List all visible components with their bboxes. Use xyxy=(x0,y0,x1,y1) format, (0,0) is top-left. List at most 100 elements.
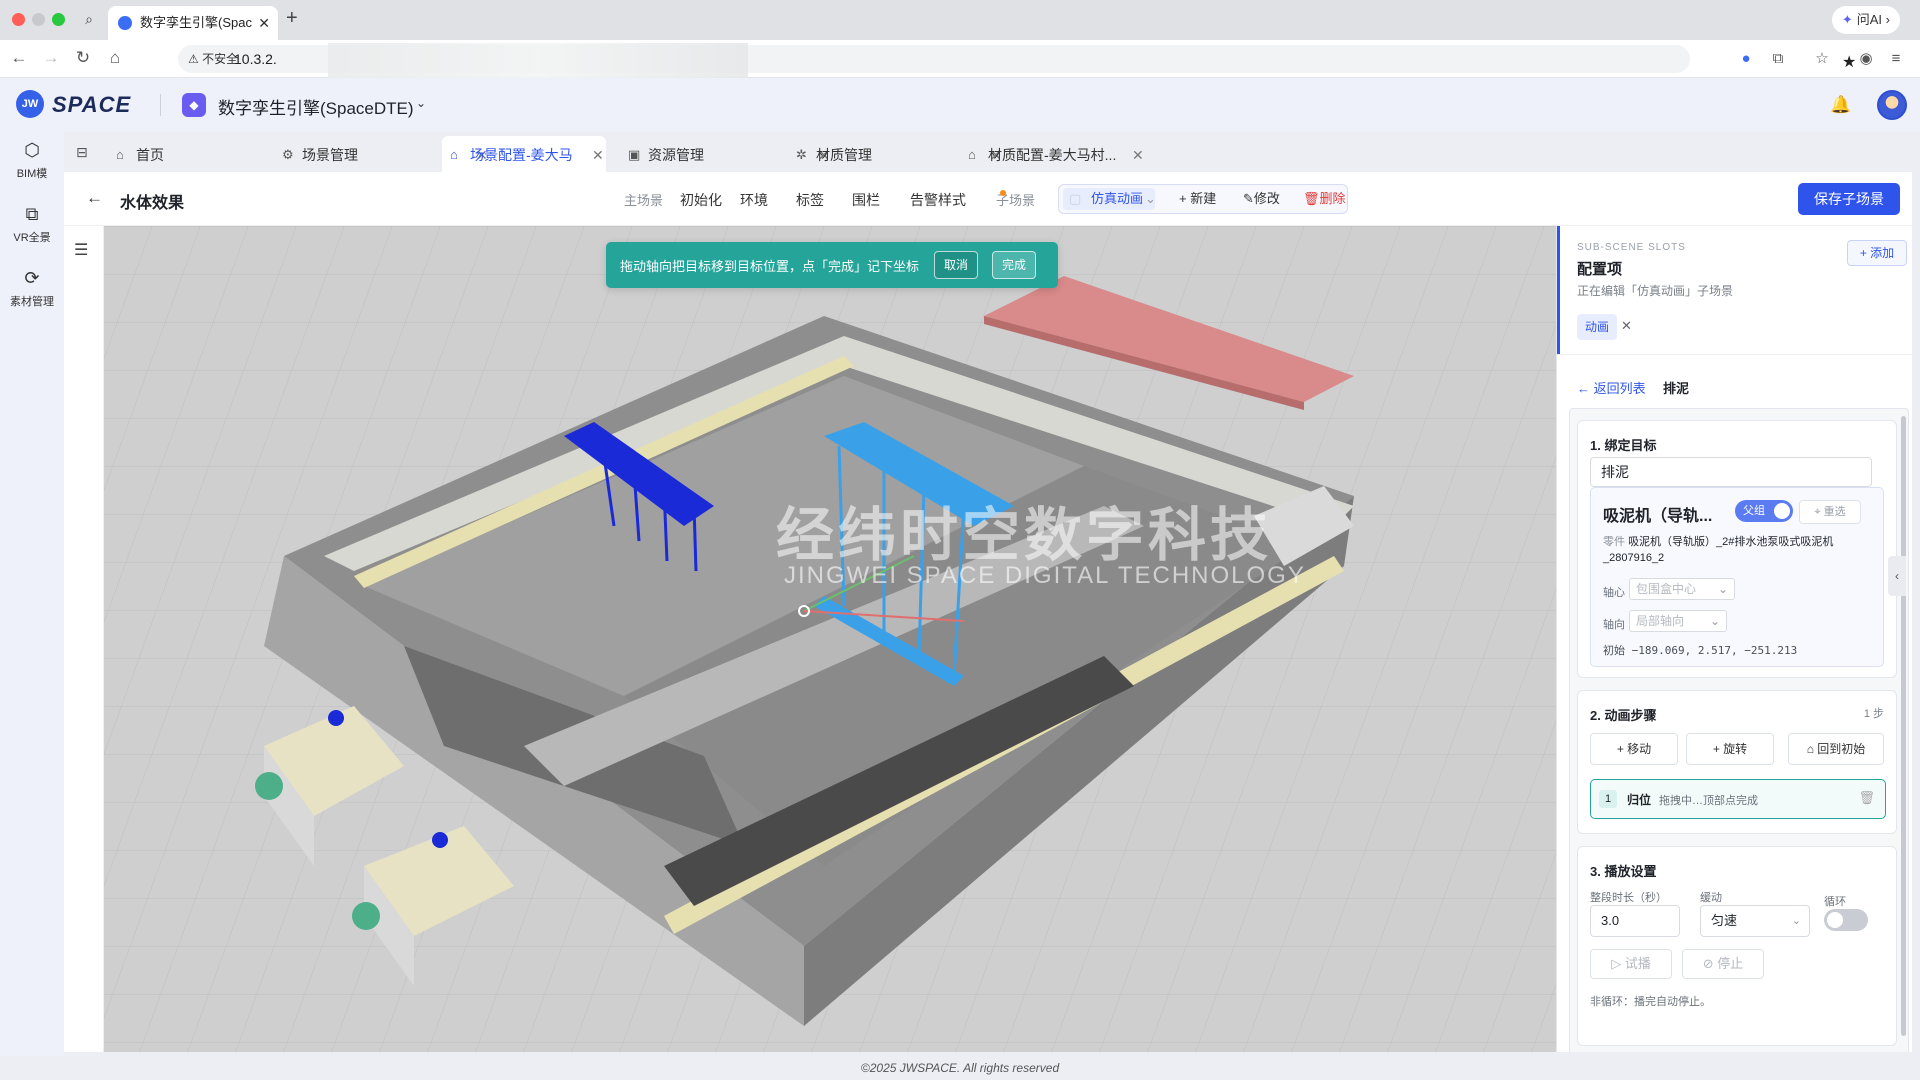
add-slot-button[interactable]: + 添加 xyxy=(1847,240,1907,266)
reset-label: 回到初始 xyxy=(1817,742,1866,756)
reload-icon[interactable]: ↻ xyxy=(72,48,94,68)
rail-item-label: VR全景 xyxy=(13,232,51,244)
bookmark-star-icon[interactable]: ★ xyxy=(1842,49,1856,77)
current-item-name: 排泥 xyxy=(1663,381,1690,396)
slot-tag-animation[interactable]: 动画 xyxy=(1577,314,1617,340)
home-icon[interactable]: ⌂ xyxy=(104,48,126,68)
back-arrow-icon[interactable]: ← xyxy=(86,188,103,208)
bind-target-card: 1. 绑定目标 排泥 吸泥机（导轨... 父组 ⌖ 重选 零件 吸泥机（导轨版）… xyxy=(1577,420,1897,678)
tab-material-config[interactable]: ⌂ 材质配置-姜大马村... ✕ xyxy=(964,140,1224,170)
new-tab-icon[interactable]: + xyxy=(286,7,298,30)
window-close-dot[interactable] xyxy=(12,13,25,26)
done-button[interactable]: 完成 xyxy=(992,251,1037,279)
rail-item-vr[interactable]: ⧉ VR全景 xyxy=(0,204,64,245)
delete-sub-scene-button[interactable]: 🗑 删除 xyxy=(1303,185,1346,213)
close-icon[interactable]: ✕ xyxy=(592,140,604,170)
close-tab-icon[interactable]: ✕ xyxy=(258,6,270,40)
reselect-label: 重选 xyxy=(1823,506,1846,518)
scrollbar[interactable] xyxy=(1901,416,1906,1036)
close-icon[interactable]: ✕ xyxy=(1132,140,1144,170)
tab-home[interactable]: ⌂ 首页 xyxy=(112,140,164,170)
drag-hint-bar: 拖动轴向把目标移到目标位置，点「完成」记下坐标 取消 完成 xyxy=(606,242,1058,288)
rail-item-materials[interactable]: ⟳ 素材管理 xyxy=(0,268,64,309)
stop-button[interactable]: ⊘ 停止 xyxy=(1682,949,1764,979)
home-icon: ⌂ xyxy=(968,147,976,162)
footer-copyright: ©2025 JWSPACE. All rights reserved xyxy=(860,1061,1060,1075)
preview-play-button[interactable]: ▷ 试播 xyxy=(1590,949,1672,979)
add-rotate-step-button[interactable]: + 旋转 xyxy=(1686,733,1774,765)
page-tabs: ⊟ ⌂ 首页 ⚙ 场景管理 ✕ ⌂ 场景配置-姜大马 ✕ ▣ 资源管理 ✕ ✲ … xyxy=(64,136,1920,172)
watermark-en: JINGWEI SPACE DIGITAL TECHNOLOGY xyxy=(784,562,1306,589)
tab-label: 首页 xyxy=(136,147,164,163)
target-name-field[interactable]: 排泥 xyxy=(1590,457,1872,487)
outline-toggle-icon[interactable]: ☰ xyxy=(74,240,88,260)
favorites-icon[interactable]: ☆ xyxy=(1812,49,1832,69)
chevron-down-icon[interactable]: ⌄ xyxy=(416,96,426,110)
url-field[interactable]: ⚠ 不安全 10.3.2. ★ xyxy=(178,43,1856,83)
product-switcher[interactable]: 数字孪生引擎(SpaceDTE) xyxy=(218,94,414,119)
loop-label: 循环 xyxy=(1824,896,1846,908)
playback-card: 3. 播放设置 整段时长（秒） 3.0 缓动 匀速 ⌄ 循环 ▷ 试播 ⊘ 停止 … xyxy=(1577,846,1897,1046)
easing-label: 缓动 xyxy=(1700,892,1722,904)
bell-icon[interactable]: 🔔 xyxy=(1830,95,1851,115)
url-redacted-area xyxy=(328,43,748,83)
duration-label: 整段时长（秒） xyxy=(1590,892,1667,904)
cancel-button[interactable]: 取消 xyxy=(934,251,979,279)
rail-item-bim[interactable]: ⬡ BIM模 xyxy=(0,140,64,181)
tab-init[interactable]: 初始化 xyxy=(680,190,722,210)
playback-title: 3. 播放设置 xyxy=(1590,864,1657,879)
window-zoom-dot[interactable] xyxy=(52,13,65,26)
sub-scene-selected: 仿真动画 xyxy=(1091,191,1144,206)
easing-select[interactable]: 匀速 ⌄ xyxy=(1700,905,1810,937)
pivot-select[interactable]: 包围盒中心 ⌄ xyxy=(1629,578,1735,600)
tab-environment[interactable]: 环境 xyxy=(740,190,768,210)
tab-fence[interactable]: 围栏 xyxy=(852,190,880,210)
back-icon[interactable]: ← xyxy=(8,48,30,68)
duration-input[interactable]: 3.0 xyxy=(1590,905,1680,937)
edit-sub-scene-button[interactable]: ✎ 修改 xyxy=(1243,185,1280,213)
close-icon[interactable]: ✕ xyxy=(1621,318,1632,334)
add-move-step-button[interactable]: + 移动 xyxy=(1590,733,1678,765)
trash-icon[interactable]: 🗑 xyxy=(1858,790,1875,806)
forward-icon[interactable]: → xyxy=(40,48,62,68)
config-panel: SUB-SCENE SLOTS 配置项 正在编辑「仿真动画」子场景 + 添加 动… xyxy=(1556,226,1912,1052)
chevron-down-icon: ⌄ xyxy=(1717,582,1728,596)
axis-select[interactable]: 局部轴向 ⌄ xyxy=(1629,610,1727,632)
reset-initial-button[interactable]: ⌂ 回到初始 xyxy=(1788,733,1884,765)
tabs-menu-icon[interactable]: ⊟ xyxy=(76,144,88,161)
axis-label: 轴向 xyxy=(1603,619,1625,631)
new-sub-scene-button[interactable]: + 新建 xyxy=(1179,185,1216,213)
watermark-cn: 经纬时空数字科技 xyxy=(776,503,1273,568)
extension-icon[interactable]: ● xyxy=(1736,49,1756,69)
3d-viewport[interactable]: 经纬时空数字科技 JINGWEI SPACE DIGITAL TECHNOLOG… xyxy=(104,226,1556,1052)
home-icon: ⌂ xyxy=(450,147,458,162)
window-minimize-dot[interactable] xyxy=(32,13,45,26)
axis-value: 局部轴向 xyxy=(1636,614,1685,628)
tab-alarm-style[interactable]: 告警样式 xyxy=(910,190,966,210)
back-to-list-link[interactable]: ← 返回列表 xyxy=(1577,378,1646,397)
browser-tab-title: 数字孪生引擎(Spac xyxy=(140,15,252,30)
security-warning[interactable]: ⚠ 不安全 xyxy=(188,45,238,73)
profile-icon[interactable]: ◉ xyxy=(1856,49,1876,69)
page-title: 水体效果 xyxy=(120,195,185,212)
parent-group-toggle[interactable]: 父组 xyxy=(1735,500,1793,522)
steps-title: 2. 动画步骤 xyxy=(1590,708,1657,723)
stop-label: 停止 xyxy=(1717,956,1744,971)
reselect-button[interactable]: ⌖ 重选 xyxy=(1799,500,1861,524)
save-sub-scene-button[interactable]: 保存子场景 xyxy=(1798,183,1900,215)
puzzle-extensions-icon[interactable]: ⧉ xyxy=(1768,49,1788,69)
drag-hint-text: 拖动轴向把目标移到目标位置，点「完成」记下坐标 xyxy=(620,259,920,274)
panel-subtitle: 正在编辑「仿真动画」子场景 xyxy=(1577,284,1734,298)
ask-ai-button[interactable]: ✦ 问AI › xyxy=(1831,6,1900,34)
collapse-panel-chevron-icon[interactable]: ‹ xyxy=(1888,556,1906,596)
initial-position: 初始 −189.069, 2.517, −251.213 xyxy=(1603,642,1797,658)
delete-label: 删除 xyxy=(1319,191,1346,206)
menu-icon[interactable]: ≡ xyxy=(1886,49,1906,69)
avatar[interactable] xyxy=(1877,90,1907,120)
loop-toggle[interactable] xyxy=(1824,909,1868,931)
tab-labels[interactable]: 标签 xyxy=(796,190,824,210)
browser-tab-active[interactable]: 数字孪生引擎(Spac ✕ xyxy=(108,6,278,40)
step-item[interactable]: 1 归位 拖拽中…顶部点完成 🗑 xyxy=(1590,779,1886,819)
tab-search-icon[interactable]: ⌕ xyxy=(78,8,100,30)
scene-render xyxy=(104,226,1556,1052)
